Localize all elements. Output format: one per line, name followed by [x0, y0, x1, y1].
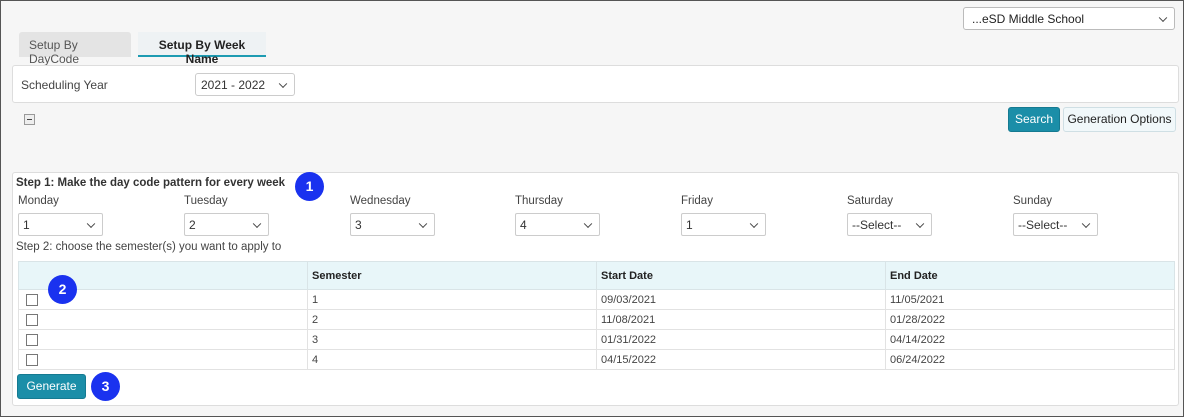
day-select-value: 1	[686, 218, 693, 232]
search-button[interactable]: Search	[1008, 107, 1060, 132]
start-date-cell: 11/08/2021	[596, 309, 886, 330]
day-label: Tuesday	[184, 195, 228, 207]
end-date-cell: 04/14/2022	[885, 329, 1175, 350]
column-header-start-date[interactable]: Start Date	[596, 261, 886, 290]
start-date-cell: 01/31/2022	[596, 329, 886, 350]
row-checkbox[interactable]	[26, 333, 38, 346]
table-row: 1 09/03/2021 11/05/2021	[18, 289, 1175, 310]
end-date-cell: 06/24/2022	[885, 349, 1175, 370]
step1-title: Step 1: Make the day code pattern for ev…	[16, 177, 286, 189]
day-select-value: 2	[189, 218, 196, 232]
collapse-icon[interactable]	[24, 114, 35, 125]
table-row: 2 11/08/2021 01/28/2022	[18, 309, 1175, 330]
chevron-down-icon	[278, 79, 288, 88]
chevron-down-icon	[915, 219, 925, 228]
day-label: Monday	[18, 195, 59, 207]
friday-select[interactable]: 1	[681, 213, 766, 236]
scheduling-year-value: 2021 - 2022	[201, 78, 266, 92]
tab-setup-by-week-name[interactable]: Setup By Week Name	[138, 32, 266, 66]
semester-table: Semester Start Date End Date 1 09/03/202…	[18, 261, 1175, 370]
day-label: Saturday	[847, 195, 894, 207]
table-row: 4 04/15/2022 06/24/2022	[18, 349, 1175, 370]
tab-label: Setup By DayCode	[29, 38, 80, 66]
day-select-value: --Select--	[852, 218, 902, 232]
row-checkbox[interactable]	[26, 313, 38, 326]
column-header-semester[interactable]: Semester	[307, 261, 597, 290]
day-select-value: 4	[520, 218, 527, 232]
step-badge-3: 3	[91, 372, 120, 401]
day-select-value: 1	[23, 218, 30, 232]
step-badge-2: 2	[48, 275, 77, 304]
start-date-cell: 04/15/2022	[596, 349, 886, 370]
day-label: Thursday	[515, 195, 563, 207]
scheduling-year-select[interactable]: 2021 - 2022	[195, 73, 295, 96]
table-header-row: Semester Start Date End Date	[18, 261, 1175, 290]
end-date-cell: 01/28/2022	[885, 309, 1175, 330]
generation-options-button[interactable]: Generation Options	[1063, 107, 1176, 132]
end-date-cell: 11/05/2021	[885, 289, 1175, 310]
chevron-down-icon	[749, 219, 759, 228]
app-frame: ...eSD Middle School Setup By DayCode Se…	[0, 0, 1184, 417]
semester-cell: 2	[307, 309, 597, 330]
wednesday-select[interactable]: 3	[350, 213, 435, 236]
column-header-end-date[interactable]: End Date	[885, 261, 1175, 290]
step2-title: Step 2: choose the semester(s) you want …	[16, 241, 282, 253]
thursday-select[interactable]: 4	[515, 213, 600, 236]
row-checkbox[interactable]	[26, 293, 38, 306]
day-select-value: --Select--	[1018, 218, 1068, 232]
saturday-select[interactable]: --Select--	[847, 213, 932, 236]
generate-button[interactable]: Generate	[17, 374, 86, 399]
day-label: Sunday	[1013, 195, 1053, 207]
scheduling-year-panel: Scheduling Year 2021 - 2022	[12, 65, 1179, 103]
sunday-select[interactable]: --Select--	[1013, 213, 1098, 236]
chevron-down-icon	[418, 219, 428, 228]
day-select-value: 3	[355, 218, 362, 232]
chevron-down-icon	[583, 219, 593, 228]
chevron-down-icon	[1081, 219, 1091, 228]
step-badge-1: 1	[295, 172, 324, 201]
chevron-down-icon	[1158, 13, 1168, 22]
school-select-value: ...eSD Middle School	[972, 12, 1085, 26]
semester-cell: 4	[307, 349, 597, 370]
tuesday-select[interactable]: 2	[184, 213, 269, 236]
day-label: Friday	[681, 195, 713, 207]
school-select[interactable]: ...eSD Middle School	[963, 7, 1175, 30]
week-pattern-panel: Step 1: Make the day code pattern for ev…	[12, 172, 1179, 406]
semester-cell: 3	[307, 329, 597, 350]
semester-cell: 1	[307, 289, 597, 310]
start-date-cell: 09/03/2021	[596, 289, 886, 310]
day-label: Wednesday	[350, 195, 411, 207]
table-row: 3 01/31/2022 04/14/2022	[18, 329, 1175, 350]
tab-setup-by-daycode[interactable]: Setup By DayCode	[19, 32, 131, 66]
row-checkbox[interactable]	[26, 353, 38, 366]
chevron-down-icon	[252, 219, 262, 228]
tab-label: Setup By Week Name	[158, 38, 246, 66]
monday-select[interactable]: 1	[18, 213, 103, 236]
chevron-down-icon	[86, 219, 96, 228]
scheduling-year-label: Scheduling Year	[21, 78, 108, 92]
